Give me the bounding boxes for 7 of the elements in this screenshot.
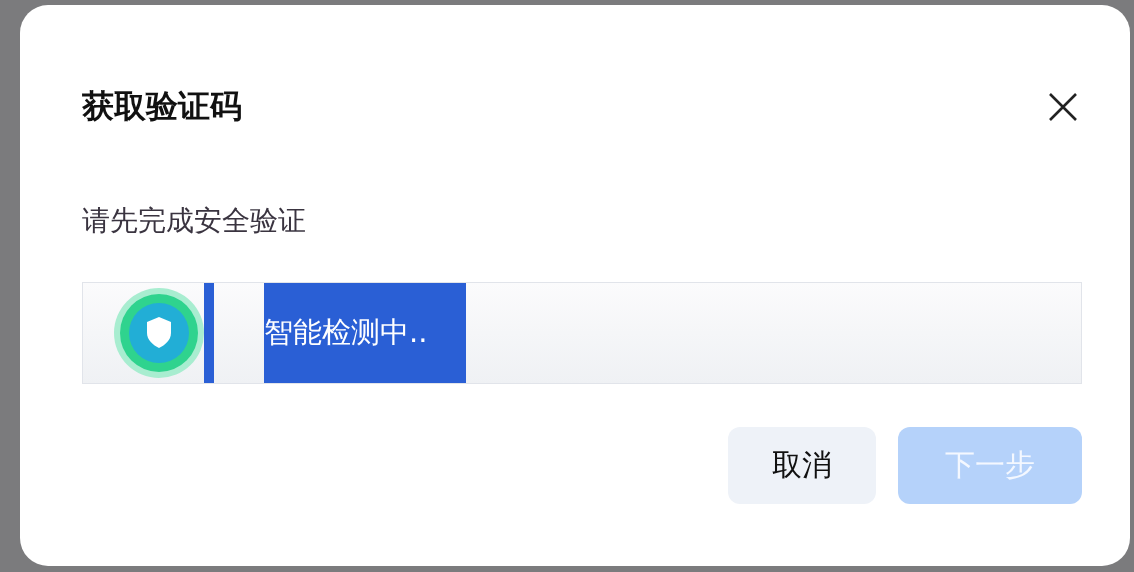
- dialog-title: 获取验证码: [82, 86, 242, 127]
- captcha-panel[interactable]: 智能检测中..: [82, 282, 1082, 384]
- instruction-text: 请先完成安全验证: [82, 203, 307, 239]
- shield-icon: [113, 287, 205, 379]
- close-icon[interactable]: [1048, 92, 1078, 122]
- cancel-button[interactable]: 取消: [728, 427, 876, 504]
- status-text: 智能检测中..: [264, 283, 466, 383]
